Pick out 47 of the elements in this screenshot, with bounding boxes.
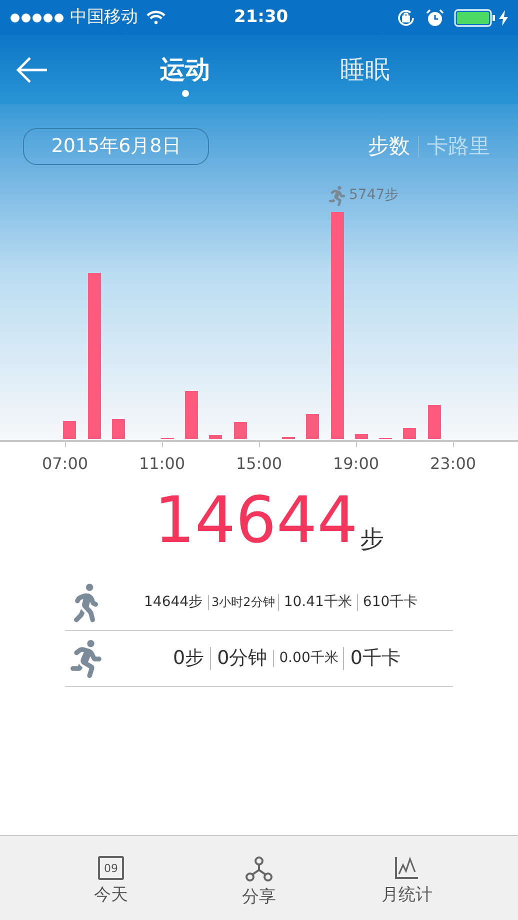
bar — [112, 419, 125, 439]
bottom-tab[interactable]: 09 今天 — [67, 856, 155, 920]
metric-tab[interactable]: 步数 — [368, 130, 410, 162]
wifi-icon — [146, 10, 166, 25]
x-axis-label: 19:00 — [332, 453, 380, 475]
stat-value: 610千卡 — [356, 594, 423, 612]
bar — [185, 391, 198, 439]
calendar-icon: 09 — [98, 856, 124, 880]
bar — [209, 435, 222, 439]
share-icon — [245, 856, 273, 882]
rotation-lock-icon — [396, 8, 416, 28]
stat-value: 0步 — [172, 646, 206, 670]
peak-label: 5747步 — [349, 186, 399, 205]
bar — [306, 414, 319, 439]
total-steps: 14644 — [154, 489, 358, 553]
alarm-icon — [426, 8, 444, 26]
clock-time: 21:30 — [234, 6, 288, 29]
nav-tab[interactable]: 运动 — [130, 44, 240, 94]
running-icon — [327, 186, 347, 206]
stat-value: 0千卡 — [343, 646, 406, 670]
bottom-tab[interactable]: 分享 — [215, 856, 303, 920]
back-arrow-icon — [14, 56, 48, 84]
stat-value: 10.41千米 — [278, 594, 357, 612]
running-icon — [68, 640, 104, 678]
bar — [428, 405, 441, 439]
signal-icon — [10, 12, 66, 22]
charging-icon — [499, 10, 508, 26]
bar — [63, 421, 76, 439]
bottom-tab[interactable]: 月统计 — [363, 856, 451, 920]
bar — [355, 434, 368, 439]
date-selector[interactable]: 2015年6月8日 — [23, 128, 209, 165]
stat-value: 0.00千米 — [273, 650, 344, 668]
stat-value: 3小时2分钟 — [208, 595, 278, 610]
nav-tab[interactable]: 睡眠 — [310, 44, 420, 94]
x-axis-label: 23:00 — [430, 453, 476, 475]
x-axis-label: 11:00 — [138, 453, 186, 475]
walking-icon — [74, 582, 98, 624]
x-axis-label: 07:00 — [42, 453, 88, 475]
x-axis-label: 15:00 — [236, 453, 282, 475]
steps-unit: 步 — [360, 524, 384, 555]
battery-icon — [454, 8, 496, 26]
stat-value: 0分钟 — [210, 646, 274, 670]
bar — [234, 422, 247, 439]
stat-value: 14644步 — [143, 594, 204, 612]
line-chart-icon — [394, 856, 420, 880]
bar — [403, 428, 416, 439]
carrier-name: 中国移动 — [70, 6, 138, 29]
